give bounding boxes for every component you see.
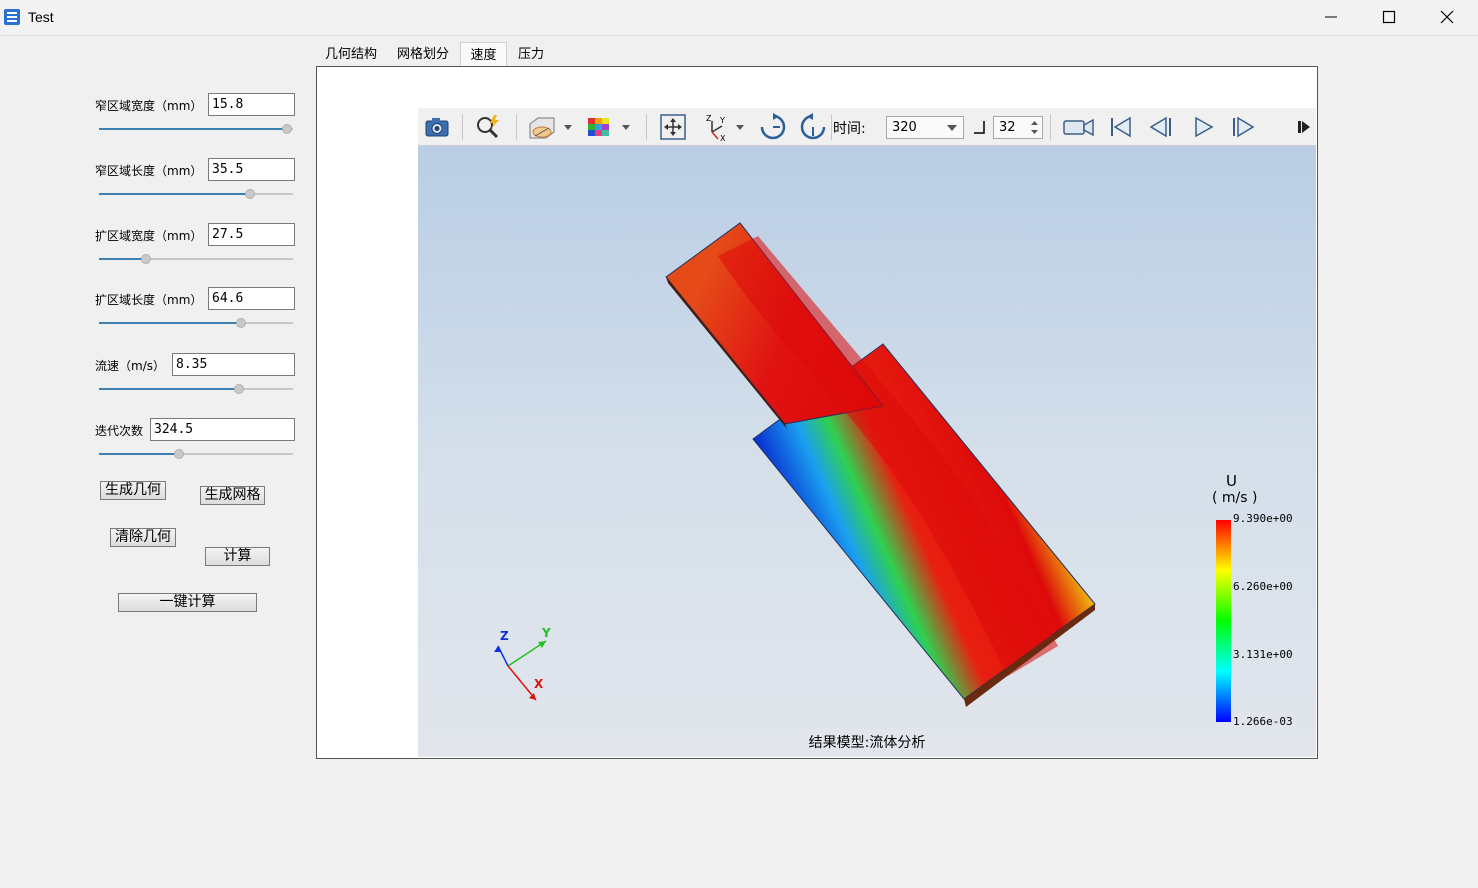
expand-length-input[interactable]: 64.6: [208, 287, 295, 310]
color-cube-icon[interactable]: [584, 112, 632, 142]
legend-tick-max: 9.390e+00: [1233, 512, 1293, 525]
iterations-input[interactable]: 324.5: [150, 418, 295, 441]
record-icon[interactable]: [1062, 112, 1096, 142]
time-value: 320: [892, 120, 917, 135]
svg-text:Y: Y: [719, 116, 725, 125]
legend-tick: 3.131e+00: [1233, 648, 1293, 661]
legend-tick-min: 1.266e-03: [1233, 715, 1293, 728]
zoom-icon[interactable]: [473, 112, 503, 142]
close-icon: [1440, 10, 1454, 24]
tab-pressure[interactable]: 压力: [512, 42, 550, 67]
maximize-button[interactable]: [1360, 0, 1418, 34]
step-spinbox[interactable]: 32: [993, 116, 1043, 139]
tab-geometry[interactable]: 几何结构: [320, 42, 382, 67]
slider-handle[interactable]: [282, 124, 292, 134]
legend-title: U: [1226, 472, 1237, 490]
legend-unit: ( m/s ): [1212, 490, 1258, 506]
iterations-slider[interactable]: [99, 448, 293, 460]
axes-triad: [494, 640, 547, 701]
slider-fill: [99, 193, 250, 195]
tab-mesh[interactable]: 网格划分: [392, 42, 454, 67]
slider-handle[interactable]: [174, 449, 184, 459]
toolbar-separator: [646, 114, 647, 140]
narrow-length-label: 窄区域长度（mm）: [95, 164, 203, 178]
window-title: Test: [28, 9, 54, 25]
expand-length-label: 扩区域长度（mm）: [95, 293, 203, 307]
expand-width-input[interactable]: 27.5: [208, 223, 295, 246]
next-frame-icon[interactable]: [1228, 112, 1258, 142]
rotate-ccw-icon[interactable]: [798, 112, 828, 142]
compute-button[interactable]: 计算: [205, 547, 270, 566]
fit-view-icon[interactable]: [658, 112, 688, 142]
spin-arrows-icon[interactable]: [1031, 120, 1038, 135]
viewer-caption: 结果模型:流体分析: [808, 735, 926, 751]
narrow-width-slider[interactable]: [99, 123, 293, 135]
narrow-length-input[interactable]: 35.5: [208, 158, 295, 181]
flow-speed-input[interactable]: 8.35: [172, 353, 295, 376]
rotate-cw-icon[interactable]: [758, 112, 788, 142]
title-bar: Test: [0, 0, 1478, 36]
minimize-icon: [1325, 16, 1337, 18]
generate-mesh-button[interactable]: 生成网格: [200, 486, 265, 505]
slider-fill: [99, 322, 241, 324]
velocity-field-render: [494, 222, 1231, 722]
slider-handle[interactable]: [236, 318, 246, 328]
toolbar-separator: [831, 114, 832, 140]
tab-velocity[interactable]: 速度: [460, 42, 507, 67]
expand-icon[interactable]: [1296, 112, 1314, 142]
first-frame-icon[interactable]: [1106, 112, 1136, 142]
slider-fill: [99, 388, 239, 390]
axis-y-label: Y: [542, 626, 551, 640]
expand-width-label: 扩区域宽度（mm）: [95, 229, 203, 243]
svg-text:Z: Z: [706, 114, 712, 123]
narrow-length-slider[interactable]: [99, 188, 293, 200]
axis-x-label: X: [534, 677, 544, 691]
iterations-label: 迭代次数: [95, 424, 144, 438]
narrow-width-input[interactable]: 15.8: [208, 93, 295, 116]
axes-icon[interactable]: Z Y X: [702, 112, 750, 142]
axis-z-label: Z: [500, 629, 509, 643]
slider-handle[interactable]: [234, 384, 244, 394]
step-icon: [974, 121, 985, 134]
step-value: 32: [999, 120, 1016, 135]
slider-fill: [99, 258, 146, 260]
clear-geometry-button[interactable]: 清除几何: [110, 528, 176, 547]
chevron-down-icon: [947, 125, 957, 131]
play-icon[interactable]: [1188, 112, 1218, 142]
flow-speed-label: 流速（m/s）: [95, 359, 165, 373]
legend-bar: [1216, 520, 1231, 722]
viewer-toolbar: Z Y X 时间: 320 32: [418, 108, 1316, 146]
toolbar-separator: [516, 114, 517, 140]
minimize-button[interactable]: [1302, 0, 1360, 34]
display-mode-icon[interactable]: [526, 112, 574, 142]
3d-viewport[interactable]: Z Y X U ( m/s ) 9.390e+00 6.260e+00 3.13…: [418, 146, 1316, 757]
time-label: 时间:: [833, 121, 866, 137]
flow-speed-slider[interactable]: [99, 383, 293, 395]
generate-geometry-button[interactable]: 生成几何: [100, 481, 166, 500]
slider-handle[interactable]: [141, 254, 151, 264]
camera-icon[interactable]: [422, 112, 452, 142]
slider-fill: [99, 128, 287, 130]
toolbar-separator: [1050, 114, 1051, 140]
one-click-compute-button[interactable]: 一键计算: [118, 593, 257, 612]
toolbar-separator: [462, 114, 463, 140]
expand-length-slider[interactable]: [99, 317, 293, 329]
prev-frame-icon[interactable]: [1146, 112, 1176, 142]
svg-text:X: X: [720, 134, 726, 142]
time-select[interactable]: 320: [886, 116, 964, 139]
app-icon: [4, 9, 20, 25]
expand-width-slider[interactable]: [99, 253, 293, 265]
slider-handle[interactable]: [245, 189, 255, 199]
slider-fill: [99, 453, 179, 455]
narrow-width-label: 窄区域宽度（mm）: [95, 99, 203, 113]
maximize-icon: [1382, 10, 1396, 24]
close-button[interactable]: [1418, 0, 1476, 34]
legend-tick: 6.260e+00: [1233, 580, 1293, 593]
